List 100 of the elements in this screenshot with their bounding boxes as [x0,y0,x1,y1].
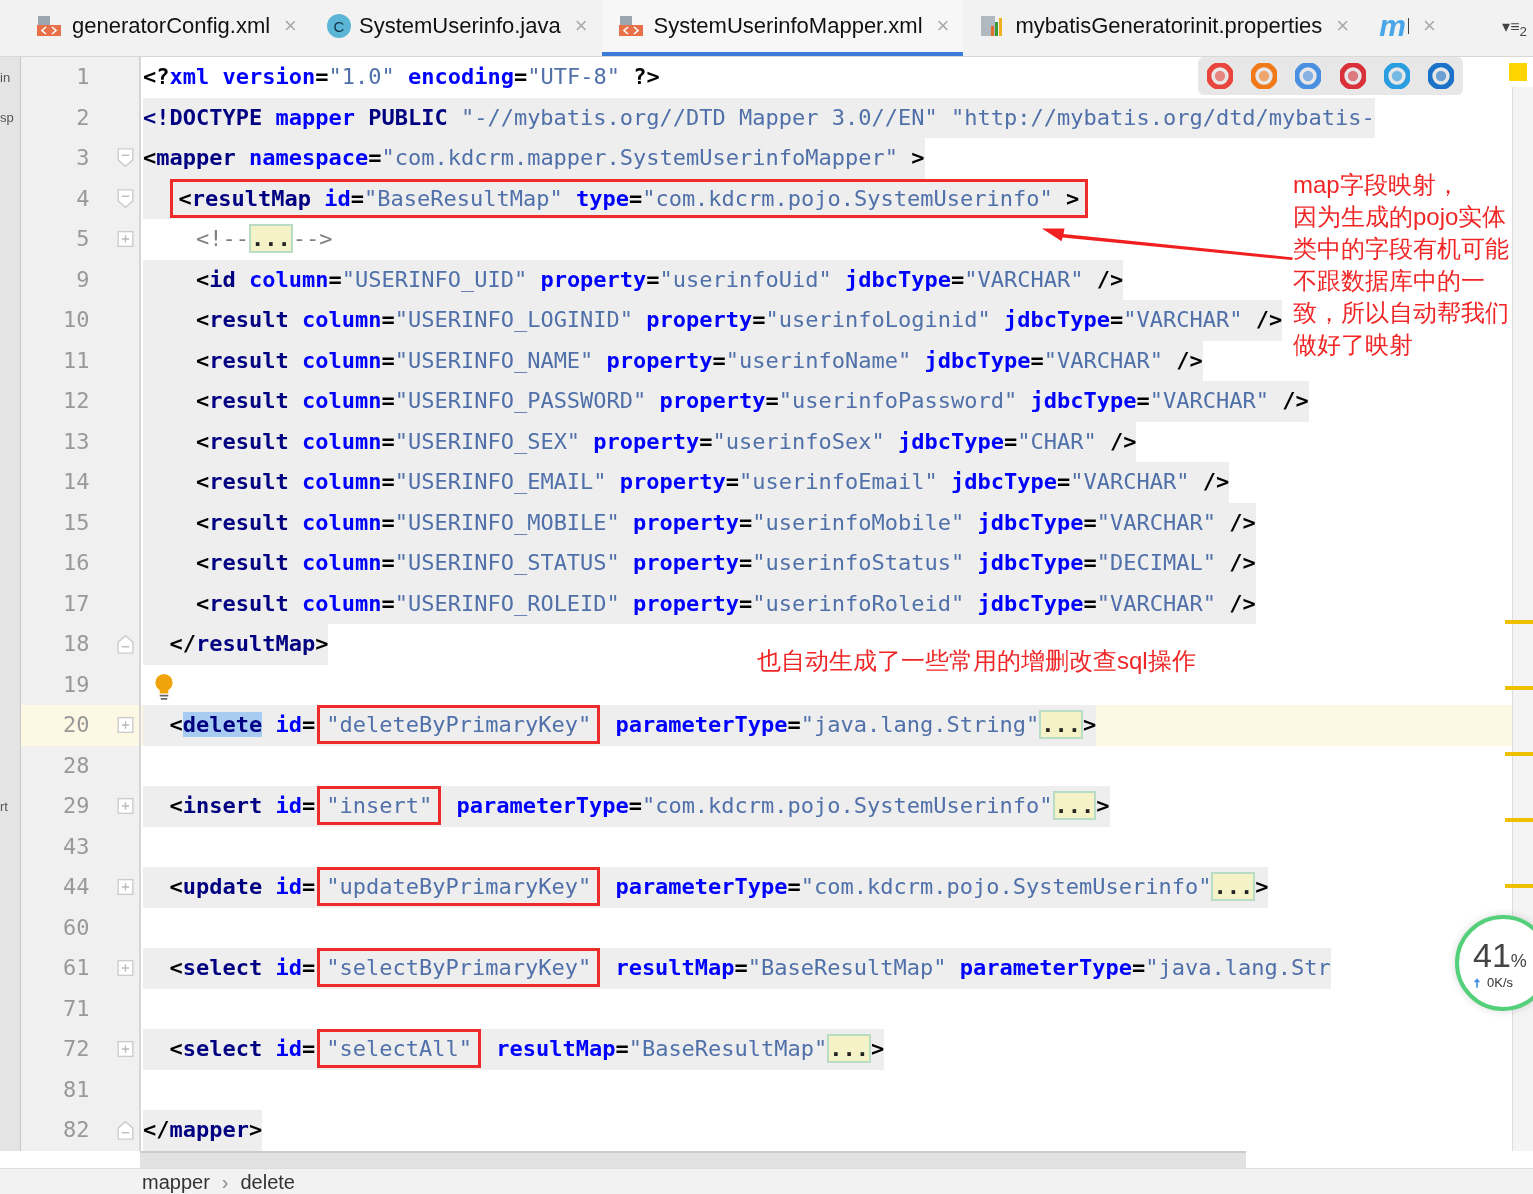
editor-tab[interactable]: generatorConfig.xml × [20,0,311,56]
editor-tab[interactable]: mybatisGeneratorinit.properties × [963,0,1364,56]
code-punctuation: = [1131,955,1146,980]
code-punctuation: = [1030,347,1044,373]
attribute-name: property [645,307,753,332]
fold-minus-icon[interactable] [115,187,135,210]
attribute-value: "BaseResultMap" [628,1036,828,1061]
code-punctuation: = [787,874,801,899]
xml-file-icon [36,14,64,38]
code-punctuation: < [168,793,183,818]
upload-rate: 0K/s [1487,975,1513,990]
tag-name: resultMap [191,185,311,211]
attribute-name: mapper [274,104,355,130]
attribute-value: "VARCHAR" [1043,347,1163,373]
horizontal-scrollbar[interactable] [140,1150,1246,1168]
breadcrumb-item[interactable]: mapper [142,1171,210,1194]
code-punctuation: = [302,874,316,899]
comment-text: <!-- [194,226,249,251]
browser-icon[interactable] [1295,63,1322,89]
panel-text: in [0,69,11,85]
tag-name: result [209,388,289,413]
fold-minus-icon[interactable] [115,633,135,656]
breadcrumb-item[interactable]: delete [240,1171,295,1194]
attribute-name: resultMap [495,1036,616,1061]
line-number: 3 [75,144,91,172]
attribute-value: "BaseResultMap" [747,955,947,980]
code-punctuation: = [381,307,395,332]
tag-name: <!DOCTYPE [143,104,263,130]
warning-stripe-mark [1505,818,1533,822]
editor-tab[interactable]: SystemUserinfoMapper.xml × [601,0,964,56]
code-punctuation: = [381,388,395,413]
attribute-name: type [574,185,629,211]
code-punctuation: < [168,712,183,737]
attribute-value: "USERINFO_LOGINID" [394,307,634,332]
code-punctuation: = [739,509,753,535]
code-punctuation: = [734,955,748,980]
code-punctuation: = [646,266,660,292]
code-punctuation: /> [1108,428,1137,454]
fold-minus-icon[interactable] [115,1119,135,1142]
line-number: 18 [62,630,91,658]
fold-minus-icon[interactable] [115,147,135,170]
line-number: 71 [62,994,91,1023]
line-number: 19 [62,670,91,699]
attribute-value: "USERINFO_ROLEID" [394,590,620,616]
attribute-name: parameterType [614,874,788,899]
line-number: 12 [62,387,91,415]
attribute-name: id [274,955,302,980]
code-punctuation: > [249,1117,263,1142]
code-punctuation: = [302,1036,316,1061]
code-punctuation: > [315,631,329,656]
tab-overflow-button[interactable]: ▾≡$_{2}$ [1502,16,1533,40]
code-punctuation: = [513,64,528,89]
code-punctuation: = [725,469,740,494]
comment-text: --> [292,226,333,251]
folded-code: ... [1052,791,1097,820]
line-number: 20 [62,711,91,739]
attribute-name: id [323,185,351,211]
editor-tab[interactable]: C SystemUserinfo.java × [310,0,602,56]
attribute-name: id [274,793,302,818]
tag-name: resultMap [196,631,316,656]
attribute-name: xml [169,64,210,89]
browser-icon[interactable] [1383,63,1410,89]
code-punctuation: </ [143,1117,170,1142]
attribute-value: "1.0" [328,64,395,89]
tag-name: update [182,874,263,899]
attribute-value: "java.lang.String" [800,712,1040,737]
attribute-value: "USERINFO_STATUS" [394,550,620,575]
panel-text: sp [0,110,14,126]
code-punctuation: /> [1254,307,1283,332]
breadcrumb-separator: › [221,1171,229,1194]
attribute-name: property [632,590,740,616]
lightbulb-icon[interactable] [153,672,175,701]
attribute-name: column [300,428,382,454]
line-number: 5 [75,225,91,253]
attribute-name: column [300,307,382,332]
line-number: 72 [62,1035,91,1063]
browser-icon[interactable] [1207,63,1234,89]
tag-name: select [182,955,263,980]
code-punctuation: = [350,185,364,211]
code-punctuation: </ [168,631,196,656]
attribute-value: "userinfoName" [725,347,912,373]
folded-code: ... [827,1034,872,1063]
tag-name: result [209,590,289,616]
code-punctuation: = [765,388,779,413]
attribute-value: "USERINFO_UID" [341,266,528,292]
attribute-value: "http://mybatis.org/dtd/mybatis- [949,104,1375,130]
attribute-name: column [247,266,329,292]
code-punctuation: < [143,145,157,170]
code-punctuation: > [1096,793,1110,818]
attribute-name: id [274,712,302,737]
browser-icon[interactable] [1339,63,1366,89]
attribute-value: "DECIMAL" [1096,550,1216,575]
attribute-name: jdbcType [1003,307,1110,332]
browser-icon[interactable] [1427,63,1454,89]
code-punctuation: /> [1281,388,1309,413]
tag-name: select [182,1036,263,1061]
tag-name: result [209,428,289,454]
tag-name: insert [182,793,263,818]
attribute-value: "userinfoPassword" [778,388,1018,413]
browser-icon[interactable] [1251,63,1278,89]
